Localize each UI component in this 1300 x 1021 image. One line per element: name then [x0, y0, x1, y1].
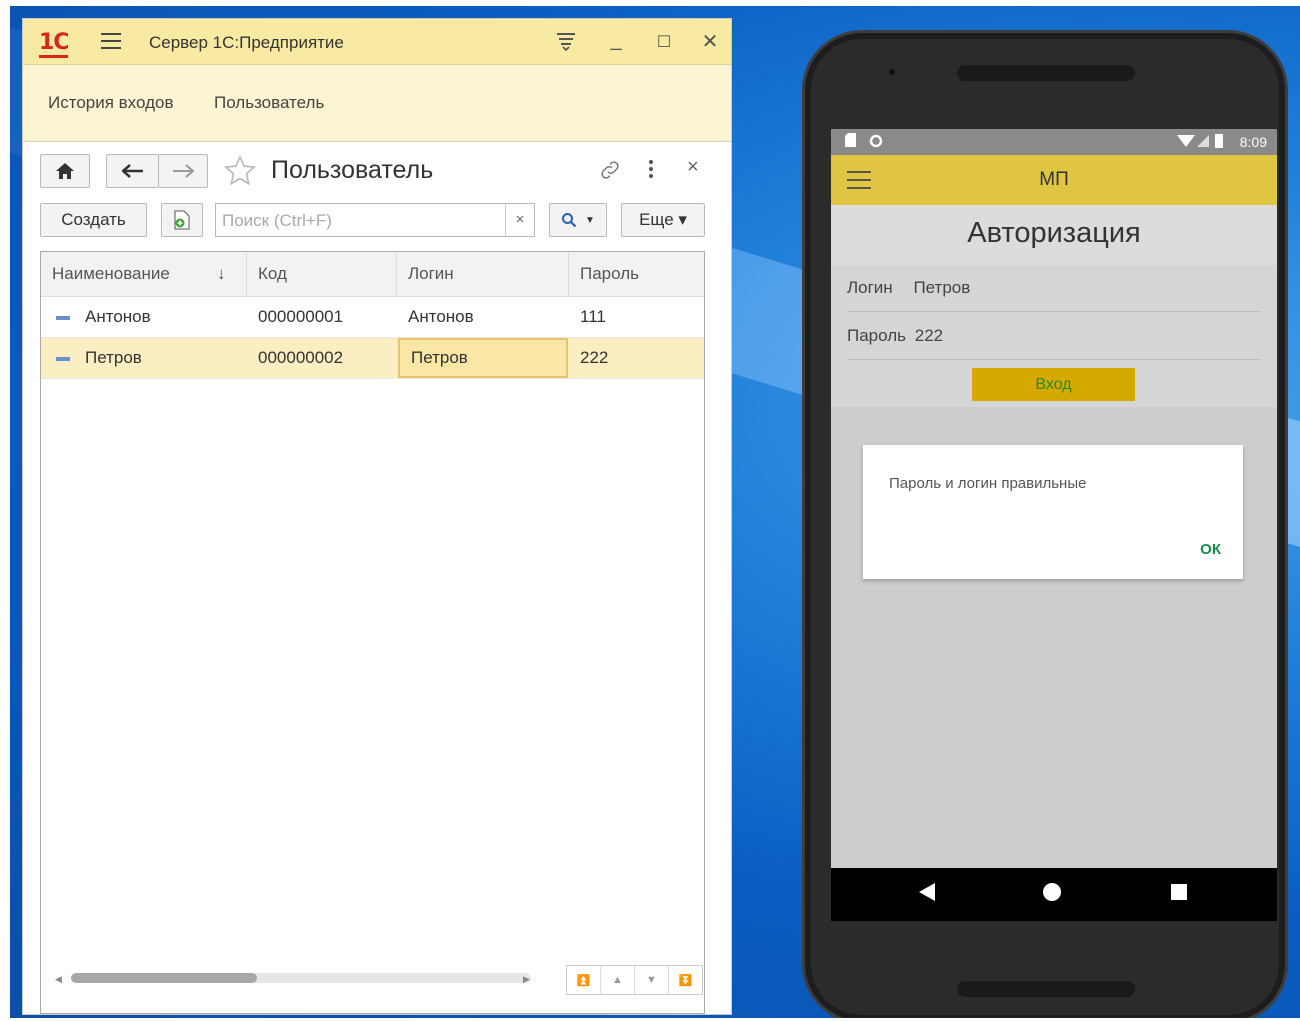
scroll-right-icon[interactable]: ▶ [523, 974, 530, 985]
cell-login: Антонов [408, 307, 474, 326]
section-user[interactable]: Пользователь [214, 93, 324, 113]
copy-button[interactable] [161, 203, 203, 237]
users-table: Наименование ↓ Код Логин Пароль Антонов 0… [40, 251, 705, 1014]
link-icon[interactable] [598, 158, 622, 187]
phone-emulator: 8:09 МП Авторизация Логин Петров Пароль … [802, 30, 1288, 1018]
login-value: Петров [913, 278, 971, 297]
col-name[interactable]: Наименование ↓ [41, 252, 247, 296]
sort-arrow-icon: ↓ [217, 264, 226, 283]
arrow-right-icon [173, 164, 194, 178]
col-code[interactable]: Код [247, 252, 397, 296]
cell-name: Антонов [85, 307, 151, 326]
maximize-button[interactable]: ☐ [651, 32, 677, 52]
cell-code: 000000002 [258, 348, 344, 367]
back-button[interactable] [106, 154, 158, 188]
table-header: Наименование ↓ Код Логин Пароль [41, 252, 704, 297]
prev-row-icon[interactable]: ▲ [600, 966, 634, 994]
dialog-ok-button[interactable]: ОК [1200, 541, 1221, 558]
clock: 8:09 [1239, 134, 1267, 150]
next-row-icon[interactable]: ▼ [634, 966, 668, 994]
login-field[interactable]: Логин Петров [847, 265, 1261, 312]
dropdown-arrow-icon: ▼ [585, 214, 595, 226]
close-window-button[interactable]: ✕ [697, 29, 723, 54]
list-navigation: ⏫ ▲ ▼ ⏬ [566, 965, 703, 995]
title-bar: 1С Сервер 1С:Предприятие _ ☐ ✕ [23, 19, 731, 65]
sd-card-icon [845, 133, 856, 150]
item-marker-icon [56, 315, 70, 320]
cell-password: 111 [580, 307, 606, 326]
add-document-icon [174, 210, 190, 230]
first-row-icon[interactable]: ⏫ [567, 966, 600, 994]
screen-title: Авторизация [831, 205, 1277, 265]
desktop-background: 1С Сервер 1С:Предприятие _ ☐ ✕ История в… [10, 6, 1300, 1018]
clear-search-button[interactable]: × [505, 204, 534, 236]
cell-password: 222 [580, 348, 609, 367]
more-button[interactable]: Еще ▾ [621, 203, 705, 237]
home-nav-icon[interactable] [1043, 883, 1061, 907]
table-row[interactable]: Петров 000000002 Петров 222 [41, 338, 704, 379]
dialog-message: Пароль и логин правильные [889, 475, 1087, 492]
close-form-icon[interactable]: × [687, 156, 699, 179]
onec-logo-icon: 1С [39, 30, 69, 58]
home-icon [56, 163, 74, 179]
status-bar: 8:09 [831, 129, 1277, 155]
back-nav-icon[interactable] [919, 883, 935, 907]
main-menu-icon[interactable] [101, 33, 121, 49]
onec-window: 1С Сервер 1С:Предприятие _ ☐ ✕ История в… [22, 18, 732, 1015]
home-button[interactable] [40, 154, 90, 188]
message-dialog: Пароль и логин правильные ОК [863, 445, 1243, 579]
password-label: Пароль [847, 326, 906, 345]
scroll-left-icon[interactable]: ◀ [55, 974, 62, 985]
sync-icon [869, 134, 883, 151]
functions-menu-icon[interactable] [553, 29, 579, 57]
wifi-signal-battery-icon [1177, 134, 1225, 151]
minimize-button[interactable]: _ [603, 29, 629, 52]
cell-name: Петров [85, 348, 142, 367]
app-title: МП [1039, 169, 1069, 190]
phone-screen: 8:09 МП Авторизация Логин Петров Пароль … [831, 129, 1277, 921]
password-value: 222 [914, 326, 944, 345]
section-login-history[interactable]: История входов [48, 93, 173, 113]
cell-code: 000000001 [258, 307, 344, 326]
top-speaker [957, 65, 1135, 81]
android-nav-bar [831, 868, 1277, 921]
scrollbar-thumb[interactable] [71, 973, 257, 983]
recents-nav-icon[interactable] [1171, 883, 1187, 906]
search-button[interactable]: ▼ [549, 203, 607, 237]
login-label: Логин [847, 278, 893, 297]
front-camera [889, 69, 895, 75]
horizontal-scrollbar[interactable] [71, 973, 531, 983]
app-bar: МП [831, 155, 1277, 205]
col-password[interactable]: Пароль [569, 252, 704, 296]
col-login[interactable]: Логин [397, 252, 569, 296]
more-actions-icon[interactable] [649, 160, 653, 178]
window-title: Сервер 1С:Предприятие [149, 33, 344, 52]
search-icon [562, 213, 577, 228]
table-row[interactable]: Антонов 000000001 Антонов 111 [41, 297, 704, 338]
last-row-icon[interactable]: ⏬ [668, 966, 702, 994]
bottom-speaker [957, 981, 1135, 997]
item-marker-icon [56, 356, 70, 361]
password-field[interactable]: Пароль 222 [847, 313, 1261, 360]
arrow-left-icon [121, 164, 143, 178]
search-input[interactable]: Поиск (Ctrl+F) × [215, 203, 535, 237]
login-button[interactable]: Вход [972, 368, 1135, 401]
favorite-star-icon[interactable] [223, 154, 257, 193]
cell-login-focused[interactable]: Петров [398, 338, 568, 378]
section-panel: История входов Пользователь [23, 65, 731, 142]
forward-button[interactable] [158, 154, 208, 188]
create-button[interactable]: Создать [40, 203, 147, 237]
form-title: Пользователь [271, 156, 434, 184]
